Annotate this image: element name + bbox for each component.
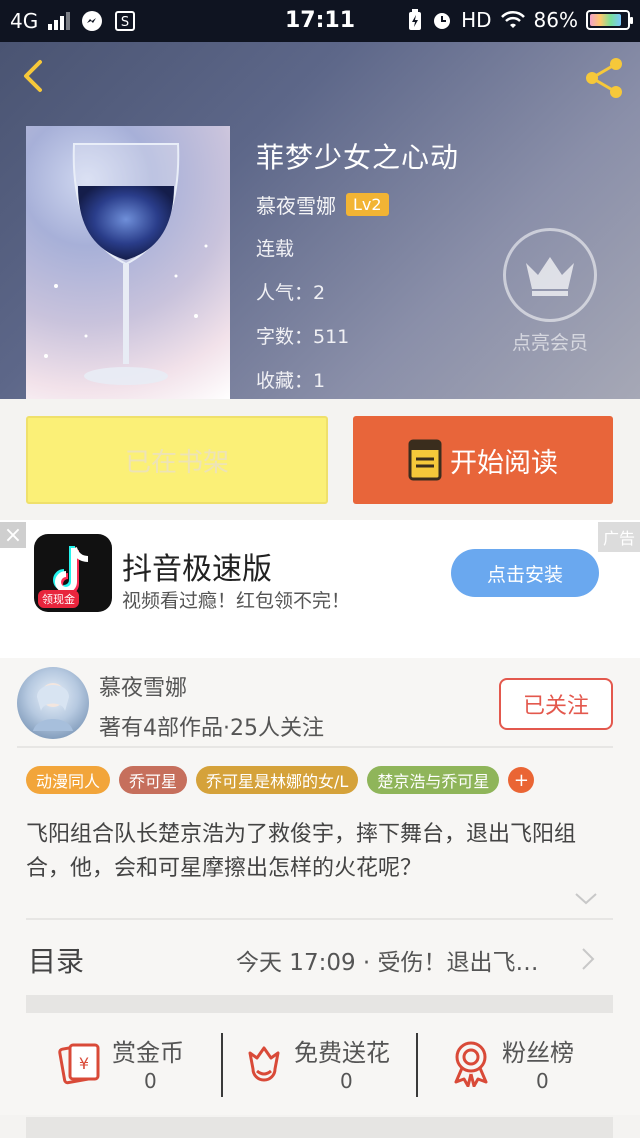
tag-item[interactable]: 楚京浩与乔可星 — [367, 766, 500, 794]
reward-coins-label: 赏金币 — [112, 1039, 184, 1067]
chevron-right-icon[interactable] — [580, 946, 596, 972]
author-row[interactable]: 慕夜雪娜 Lv2 — [256, 190, 389, 219]
status-right: HD 86% — [407, 8, 633, 32]
back-icon[interactable] — [14, 56, 54, 96]
charging-icon — [409, 9, 422, 30]
signal-icon — [48, 12, 71, 30]
svg-text:¥: ¥ — [79, 1054, 89, 1073]
hd-label: HD — [461, 8, 492, 32]
rewards-bar: ¥ 赏金币 0 免费送花 0 粉丝榜 0 — [0, 1015, 640, 1115]
book-details: 慕夜雪娜 著有4部作品·25人关注 已关注 动漫同人 乔可星 乔可星是林娜的女/… — [0, 658, 640, 1040]
free-flower-value: 0 — [340, 1069, 353, 1093]
flower-icon — [248, 1046, 280, 1082]
share-icon[interactable] — [580, 54, 628, 102]
book-word-count: 字数：511 — [256, 326, 350, 348]
status-bar: 4G S 17:11 HD 86% — [0, 0, 640, 42]
book-popularity: 人气：2 — [256, 282, 326, 304]
red-envelope-icon: ¥ — [58, 1043, 100, 1085]
fan-rank-label: 粉丝榜 — [502, 1039, 574, 1067]
level-badge: Lv2 — [346, 193, 389, 216]
vip-button[interactable]: 点亮会员 — [500, 228, 600, 355]
ad-app-name: 抖音极速版 — [122, 552, 272, 587]
book-cover-image[interactable] — [26, 126, 230, 399]
author-name[interactable]: 慕夜雪娜 — [256, 190, 336, 219]
messenger-icon — [82, 11, 103, 31]
book-status: 连载 — [256, 238, 295, 260]
battery-percent: 86% — [533, 8, 578, 32]
ad-install-button[interactable]: 点击安装 — [451, 549, 599, 597]
ad-subtitle: 视频看过瘾！红包领不完！ — [122, 590, 351, 612]
divider — [26, 918, 613, 920]
book-header: 菲梦少女之心动 慕夜雪娜 Lv2 连载 人气：2 字数：511 收藏：1 点亮会… — [0, 42, 640, 399]
book-title: 菲梦少女之心动 — [256, 141, 460, 174]
start-reading-button[interactable]: 开始阅读 — [353, 416, 613, 504]
tag-list: 动漫同人 乔可星 乔可星是林娜的女/L 楚京浩与乔可星 + — [26, 766, 535, 794]
tag-item[interactable]: 动漫同人 — [26, 766, 111, 794]
book-description: 飞阳组合队长楚京浩为了救俊宇，摔下舞台，退出飞阳组合，他，会和可星摩擦出怎样的火… — [26, 822, 577, 881]
svg-text:S: S — [121, 15, 129, 30]
free-flower-label: 免费送花 — [294, 1039, 390, 1067]
reward-coins-button[interactable]: ¥ 赏金币 0 — [56, 1029, 206, 1099]
in-bookshelf-button[interactable]: 已在书架 — [26, 416, 328, 504]
sim-s-icon: S — [115, 11, 136, 31]
network-label: 4G — [10, 9, 39, 33]
book-favorites: 收藏：1 — [256, 370, 326, 392]
ad-tag: 广告 — [598, 522, 640, 552]
battery-icon — [586, 10, 633, 30]
wifi-icon — [500, 10, 525, 28]
ad-close-icon[interactable]: × — [0, 522, 26, 548]
author-card-name[interactable]: 慕夜雪娜 — [99, 670, 187, 702]
toc-latest-chapter[interactable]: 今天 17:09 · 受伤！退出飞… — [236, 943, 570, 977]
section-divider — [26, 995, 613, 1013]
chevron-down-icon[interactable] — [574, 892, 598, 906]
separator — [221, 1033, 223, 1097]
toc-label[interactable]: 目录 — [28, 940, 84, 980]
douyin-logo-icon: 领现金 — [34, 534, 112, 612]
alarm-icon — [434, 13, 451, 29]
divider — [17, 746, 613, 748]
fan-rank-button[interactable]: 粉丝榜 0 — [450, 1029, 590, 1099]
fan-rank-value: 0 — [536, 1069, 549, 1093]
medal-icon — [454, 1041, 488, 1087]
author-avatar[interactable] — [17, 667, 89, 739]
reward-coins-value: 0 — [144, 1069, 157, 1093]
tag-item[interactable]: 乔可星 — [119, 766, 188, 794]
follow-button[interactable]: 已关注 — [499, 678, 613, 730]
status-left: 4G S — [10, 9, 136, 33]
more-tags-button[interactable]: + — [508, 767, 535, 793]
ad-banner[interactable]: × 广告 领现金 抖音极速版 视频看过瘾！红包领不完！ 点击安装 — [0, 520, 640, 658]
author-stats: 著有4部作品·25人关注 — [99, 716, 324, 741]
separator — [416, 1033, 418, 1097]
book-icon — [408, 439, 442, 481]
start-reading-label: 开始阅读 — [450, 447, 558, 479]
ad-logo-badge: 领现金 — [38, 590, 79, 608]
crown-icon — [503, 228, 597, 322]
vip-label: 点亮会员 — [511, 332, 588, 354]
tag-item[interactable]: 乔可星是林娜的女/L — [196, 766, 359, 794]
free-flower-button[interactable]: 免费送花 0 — [244, 1029, 404, 1099]
bottom-divider — [26, 1117, 613, 1138]
book-actions: 已在书架 开始阅读 — [0, 399, 640, 520]
